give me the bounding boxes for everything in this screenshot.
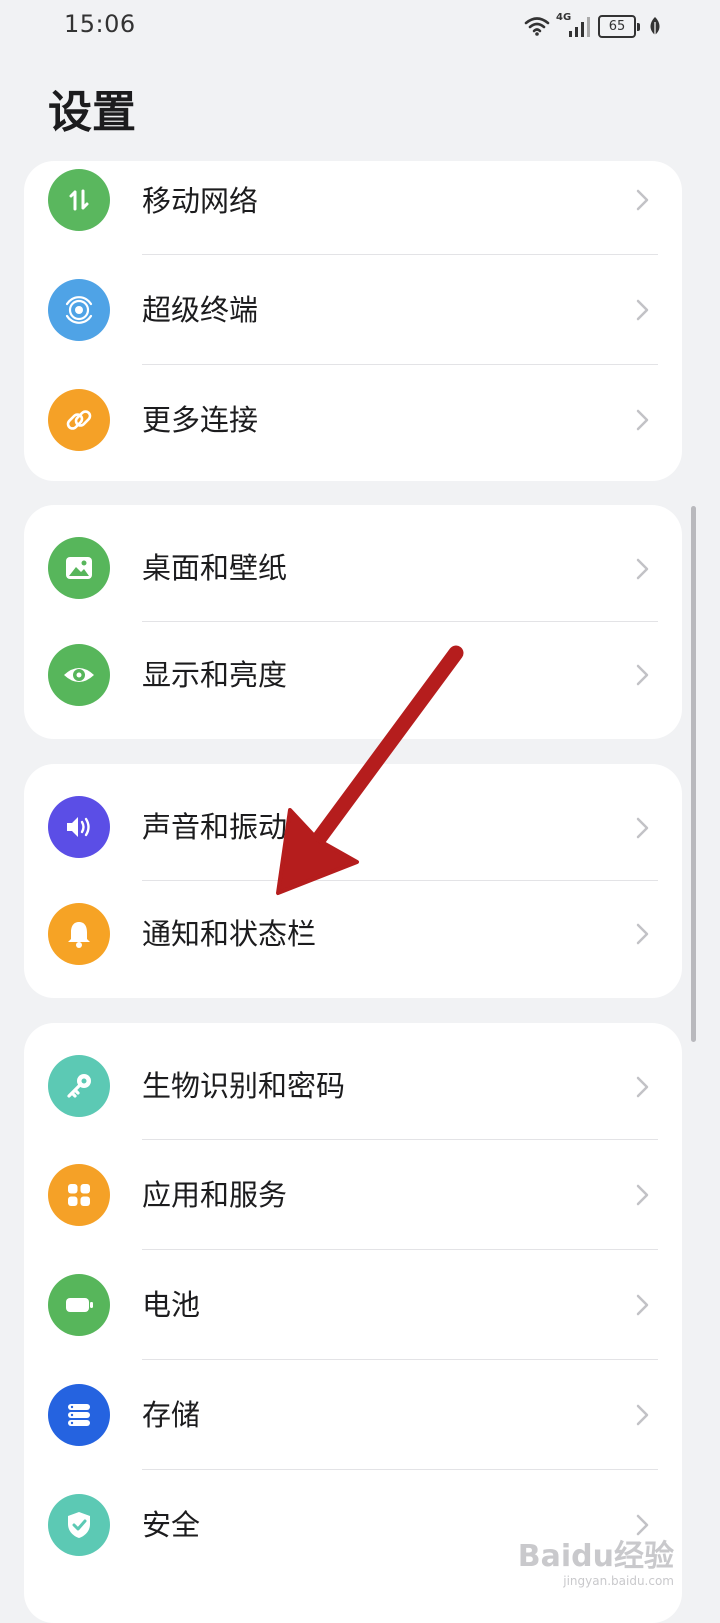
eye-icon xyxy=(48,644,110,706)
settings-item-label: 通知和状态栏 xyxy=(142,917,317,951)
chevron-right-icon xyxy=(636,1514,649,1536)
settings-item-super-device[interactable]: 超级终端 xyxy=(24,255,682,365)
chevron-right-icon xyxy=(636,817,649,839)
settings-item-label: 电池 xyxy=(142,1288,201,1322)
settings-item-display-brightness[interactable]: 显示和亮度 xyxy=(24,622,682,739)
wallpaper-icon xyxy=(48,537,110,599)
chevron-right-icon xyxy=(636,299,649,321)
settings-item-storage[interactable]: 存储 xyxy=(24,1360,682,1470)
settings-item-label: 生物识别和密码 xyxy=(142,1069,346,1103)
settings-group-connectivity: 移动网络 超级终端 更多连接 xyxy=(24,161,682,481)
settings-item-notifications-statusbar[interactable]: 通知和状态栏 xyxy=(24,881,682,998)
chevron-right-icon xyxy=(636,409,649,431)
settings-item-wallpaper[interactable]: 桌面和壁纸 xyxy=(24,505,682,622)
settings-item-label: 移动网络 xyxy=(142,184,259,218)
watermark-brand: Baidu经验 xyxy=(517,1539,674,1574)
settings-group-sound-notifications: 声音和振动 通知和状态栏 xyxy=(24,764,682,998)
super-device-icon xyxy=(48,279,110,341)
chevron-right-icon xyxy=(636,558,649,580)
status-bar: 15:06 4G 65 xyxy=(0,0,720,56)
settings-item-apps-services[interactable]: 应用和服务 xyxy=(24,1140,682,1250)
settings-item-label: 桌面和壁纸 xyxy=(142,551,288,585)
signal-icon: 4G xyxy=(556,12,592,38)
settings-item-battery[interactable]: 电池 xyxy=(24,1250,682,1360)
settings-item-label: 存储 xyxy=(142,1398,201,1432)
scrollbar[interactable] xyxy=(691,506,696,1042)
settings-group-system: 生物识别和密码 应用和服务 电池 存储 安全 xyxy=(24,1023,682,1623)
settings-item-label: 显示和亮度 xyxy=(142,658,288,692)
mobile-network-icon xyxy=(48,169,110,231)
bell-icon xyxy=(48,903,110,965)
settings-item-label: 应用和服务 xyxy=(142,1178,288,1212)
apps-icon xyxy=(48,1164,110,1226)
settings-item-more-connections[interactable]: 更多连接 xyxy=(24,365,682,475)
wifi-icon xyxy=(524,17,550,36)
settings-item-label: 更多连接 xyxy=(142,403,259,437)
chevron-right-icon xyxy=(636,664,649,686)
settings-item-biometrics-password[interactable]: 生物识别和密码 xyxy=(24,1023,682,1140)
settings-item-sound-vibration[interactable]: 声音和振动 xyxy=(24,764,682,881)
settings-item-label: 超级终端 xyxy=(142,293,259,327)
battery-icon: 65 xyxy=(598,14,640,38)
settings-item-label: 安全 xyxy=(142,1508,201,1542)
settings-item-mobile-network[interactable]: 移动网络 xyxy=(24,161,682,255)
watermark-url: jingyan.baidu.com xyxy=(563,1574,674,1588)
link-icon xyxy=(48,389,110,451)
chevron-right-icon xyxy=(636,1404,649,1426)
storage-icon xyxy=(48,1384,110,1446)
status-time: 15:06 xyxy=(64,10,136,38)
leaf-icon xyxy=(650,17,660,35)
watermark: Baidu经验 jingyan.baidu.com xyxy=(517,1539,674,1589)
status-icons: 4G 65 xyxy=(524,12,662,40)
settings-item-label: 声音和振动 xyxy=(142,810,288,844)
shield-icon xyxy=(48,1494,110,1556)
chevron-right-icon xyxy=(636,1076,649,1098)
chevron-right-icon xyxy=(636,1184,649,1206)
sound-icon xyxy=(48,796,110,858)
battery-icon xyxy=(48,1274,110,1336)
chevron-right-icon xyxy=(636,923,649,945)
key-icon xyxy=(48,1055,110,1117)
settings-group-display: 桌面和壁纸 显示和亮度 xyxy=(24,505,682,739)
chevron-right-icon xyxy=(636,1294,649,1316)
chevron-right-icon xyxy=(636,189,649,211)
page-title: 设置 xyxy=(48,87,136,138)
